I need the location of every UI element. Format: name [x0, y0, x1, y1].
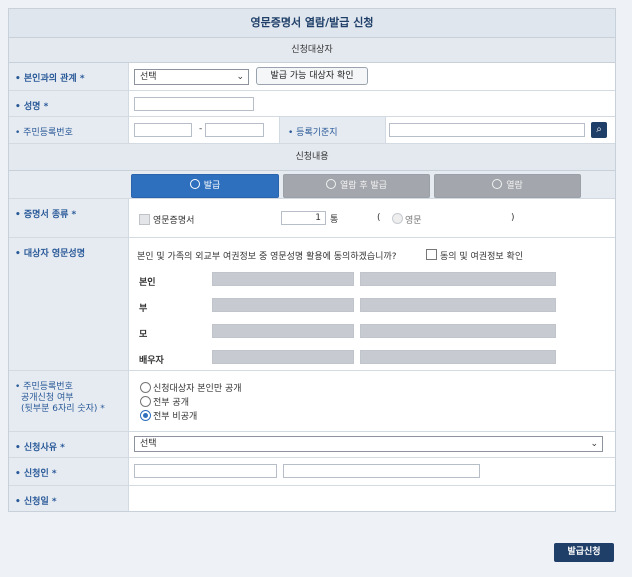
father-given-name-input[interactable] — [360, 298, 556, 312]
spouse-given-name-input[interactable] — [360, 350, 556, 364]
radio-indicator-icon — [492, 179, 503, 189]
name-label: • 성명 * — [9, 91, 129, 116]
applicant-row: • 신청인 * — [9, 458, 615, 486]
father-surname-input[interactable] — [212, 298, 354, 312]
name-input[interactable] — [134, 97, 254, 111]
reg-base-label-cell: • 등록기준지 — [279, 117, 386, 143]
rrn-disclosure-row: • 주민등록번호 공개신청 여부 (뒷부분 6자리 숫자) * 신청대상자 본인… — [9, 371, 615, 432]
tab-view[interactable]: 열람 — [434, 174, 581, 198]
disclosure-label-all: 전부 공개 — [153, 398, 189, 408]
relation-label: • 본인과의 관계 * — [9, 63, 129, 90]
rrn-back-input[interactable] — [205, 123, 264, 137]
cert-type-checkbox[interactable] — [139, 214, 150, 225]
search-icon[interactable]: ⌕ — [591, 122, 607, 138]
tab-view-then-issue[interactable]: 열람 후 발급 — [283, 174, 430, 198]
consent-option-label: 동의 및 여권정보 확인 — [440, 252, 524, 262]
rrn-row: • 주민등록번호 - • 등록기준지 ⌕ — [9, 117, 615, 144]
disclosure-radio-none[interactable] — [140, 410, 151, 421]
radio-indicator-icon — [325, 179, 336, 189]
date-row: • 신청일 * — [9, 486, 615, 511]
rrn-front-input[interactable] — [134, 123, 192, 137]
person-label-self: 본인 — [139, 278, 156, 288]
person-label-spouse: 배우자 — [139, 356, 164, 366]
section-content-header: 신청내용 — [9, 144, 615, 171]
applicant-detail-input[interactable] — [283, 464, 480, 478]
paren-close: ) — [511, 213, 515, 223]
radio-indicator-icon — [189, 179, 200, 189]
relation-select[interactable]: 선택 ⌄ — [134, 69, 249, 85]
relation-select-value: 선택 — [140, 72, 157, 82]
person-label-father: 부 — [139, 304, 148, 314]
relation-row: • 본인과의 관계 * 선택 ⌄ 발급 가능 대상자 확인 — [9, 63, 615, 91]
page-title: 영문증명서 열람/발급 신청 — [9, 9, 615, 38]
rrn-dash: - — [199, 124, 203, 134]
reason-label: • 신청사유 * — [9, 432, 129, 457]
consent-question: 본인 및 가족의 외교부 여권정보 중 영문성명 활용에 동의하겠습니까? — [137, 252, 397, 262]
person-label-mother: 모 — [139, 330, 148, 340]
date-value — [129, 486, 615, 511]
section-target-header: 신청대상자 — [9, 38, 615, 63]
tab-issue[interactable]: 발급 — [131, 174, 279, 198]
mother-surname-input[interactable] — [212, 324, 354, 338]
spouse-surname-input[interactable] — [212, 350, 354, 364]
reg-base-input[interactable] — [389, 123, 585, 137]
lang-radio-label: 영문 — [405, 216, 422, 226]
disclosure-label-self-only: 신청대상자 본인만 공개 — [153, 384, 242, 394]
paren-open: ( — [377, 213, 381, 223]
reason-select-value: 선택 — [140, 439, 157, 449]
reg-base-label: • 등록기준지 — [288, 128, 338, 138]
submit-button[interactable]: 발급신청 — [554, 543, 614, 562]
rrn-label: • 주민등록번호 — [9, 117, 129, 143]
name-row: • 성명 * — [9, 91, 615, 117]
cert-type-row: • 증명서 종류 * 영문증명서 1 통 ( 영문 ) — [9, 199, 615, 238]
self-given-name-input[interactable] — [360, 272, 556, 286]
chevron-down-icon: ⌄ — [236, 72, 244, 82]
date-label: • 신청일 * — [9, 486, 129, 511]
self-surname-input[interactable] — [212, 272, 354, 286]
cert-type-label: • 증명서 종류 * — [9, 199, 129, 237]
cert-type-checkbox-label: 영문증명서 — [153, 216, 195, 226]
application-form: 영문증명서 열람/발급 신청 신청대상자 • 본인과의 관계 * 선택 ⌄ 발급… — [8, 8, 616, 512]
disclosure-radio-all[interactable] — [140, 396, 151, 407]
disclosure-label-none: 전부 비공개 — [153, 412, 198, 422]
check-eligible-button[interactable]: 발급 가능 대상자 확인 — [256, 67, 368, 85]
lang-radio[interactable] — [392, 213, 403, 224]
consent-checkbox[interactable] — [426, 249, 437, 260]
reason-row: • 신청사유 * 선택 ⌄ — [9, 432, 615, 458]
disclosure-radio-self-only[interactable] — [140, 382, 151, 393]
tabs-row: 발급 열람 후 발급 열람 — [9, 171, 615, 199]
applicant-name-input[interactable] — [134, 464, 277, 478]
reason-select[interactable]: 선택 ⌄ — [134, 436, 603, 452]
rrn-disclosure-label: • 주민등록번호 공개신청 여부 (뒷부분 6자리 숫자) * — [9, 371, 129, 431]
cert-count-unit: 통 — [330, 215, 339, 225]
chevron-down-icon: ⌄ — [590, 439, 598, 449]
mother-given-name-input[interactable] — [360, 324, 556, 338]
cert-count-input[interactable]: 1 — [281, 211, 326, 225]
applicant-label: • 신청인 * — [9, 458, 129, 485]
eng-name-label: • 대상자 영문성명 — [9, 238, 129, 370]
eng-name-row: • 대상자 영문성명 본인 및 가족의 외교부 여권정보 중 영문성명 활용에 … — [9, 238, 615, 371]
